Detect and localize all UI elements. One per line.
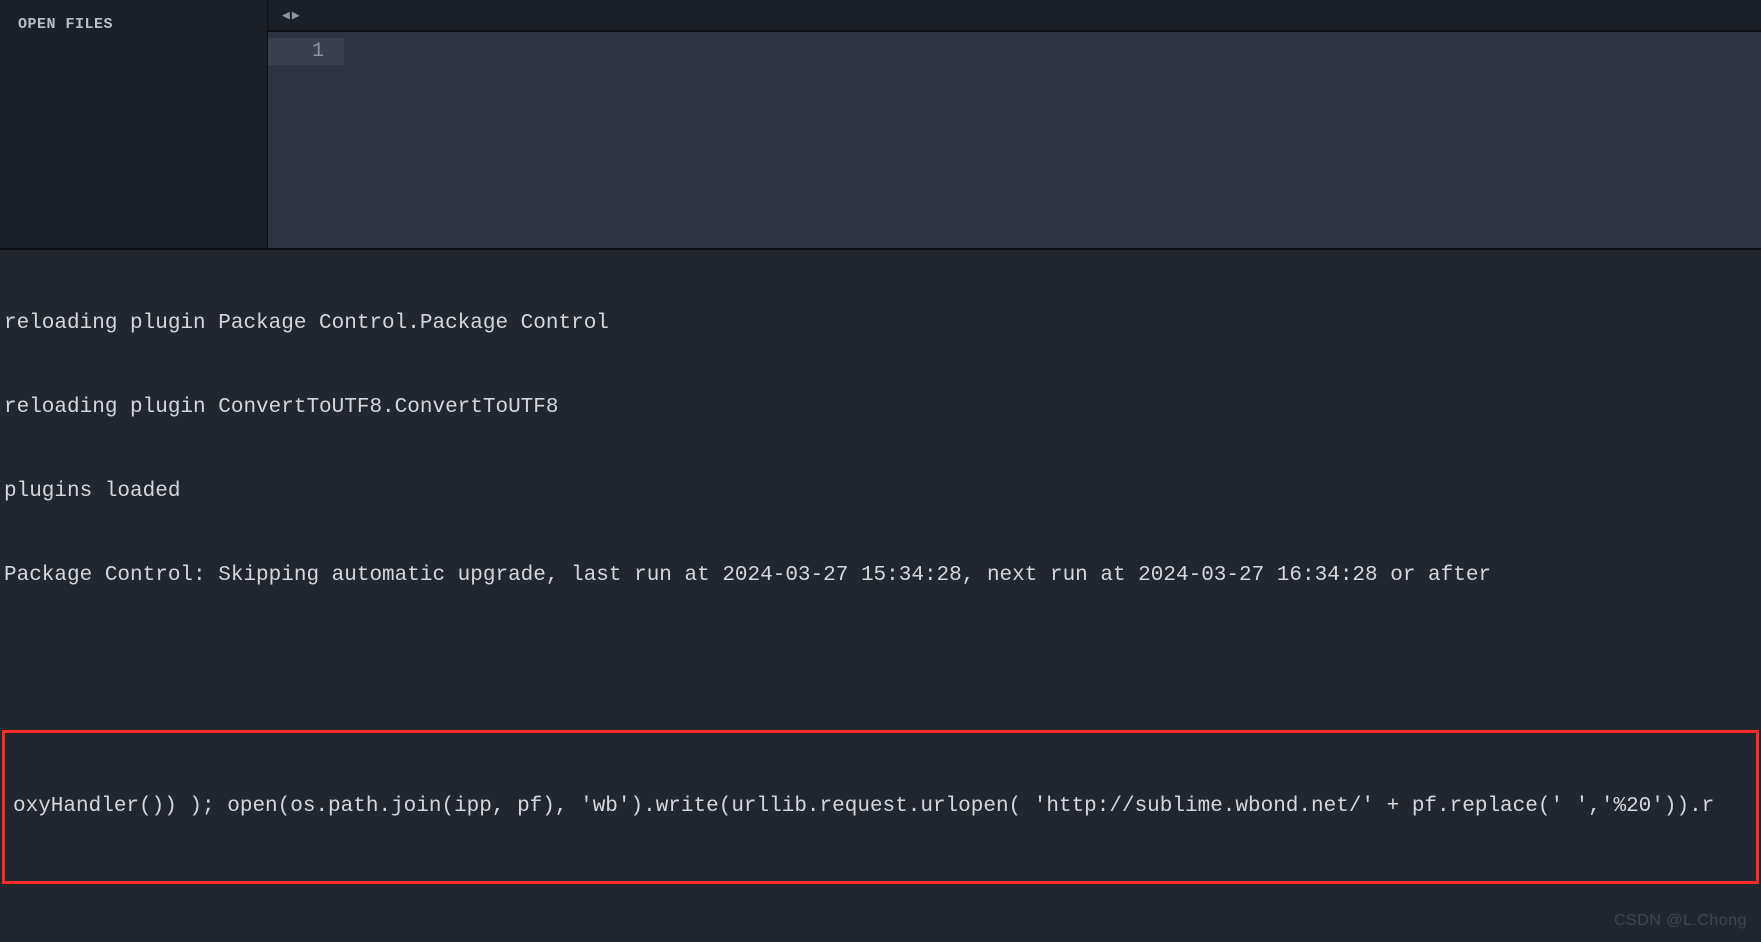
- console-line: reloading plugin ConvertToUTF8.ConvertTo…: [0, 394, 1761, 422]
- tab-bar: ◀ ▶: [268, 0, 1761, 32]
- next-tab-icon[interactable]: ▶: [292, 9, 300, 22]
- console-line: plugins loaded: [0, 478, 1761, 506]
- code-area[interactable]: 1: [268, 32, 1761, 248]
- gutter: 1: [268, 32, 344, 248]
- code-text[interactable]: [344, 32, 1761, 248]
- upper-pane: OPEN FILES ◀ ▶ 1: [0, 0, 1761, 248]
- console-input-highlight: oxyHandler()) ); open(os.path.join(ipp, …: [2, 730, 1759, 884]
- console-line: Package Control: Skipping automatic upgr…: [0, 562, 1761, 590]
- console-line: reloading plugin Package Control.Package…: [0, 310, 1761, 338]
- console-panel: reloading plugin Package Control.Package…: [0, 248, 1761, 942]
- line-number: 1: [268, 38, 344, 65]
- app-root: OPEN FILES ◀ ▶ 1 reloading plugin Packag…: [0, 0, 1761, 942]
- open-files-header: OPEN FILES: [0, 8, 267, 41]
- sidebar: OPEN FILES: [0, 0, 267, 248]
- console-input[interactable]: oxyHandler()) ); open(os.path.join(ipp, …: [9, 793, 1752, 821]
- editor-pane: ◀ ▶ 1: [267, 0, 1761, 248]
- prev-tab-icon[interactable]: ◀: [282, 9, 290, 22]
- console-spacer: [0, 646, 1761, 674]
